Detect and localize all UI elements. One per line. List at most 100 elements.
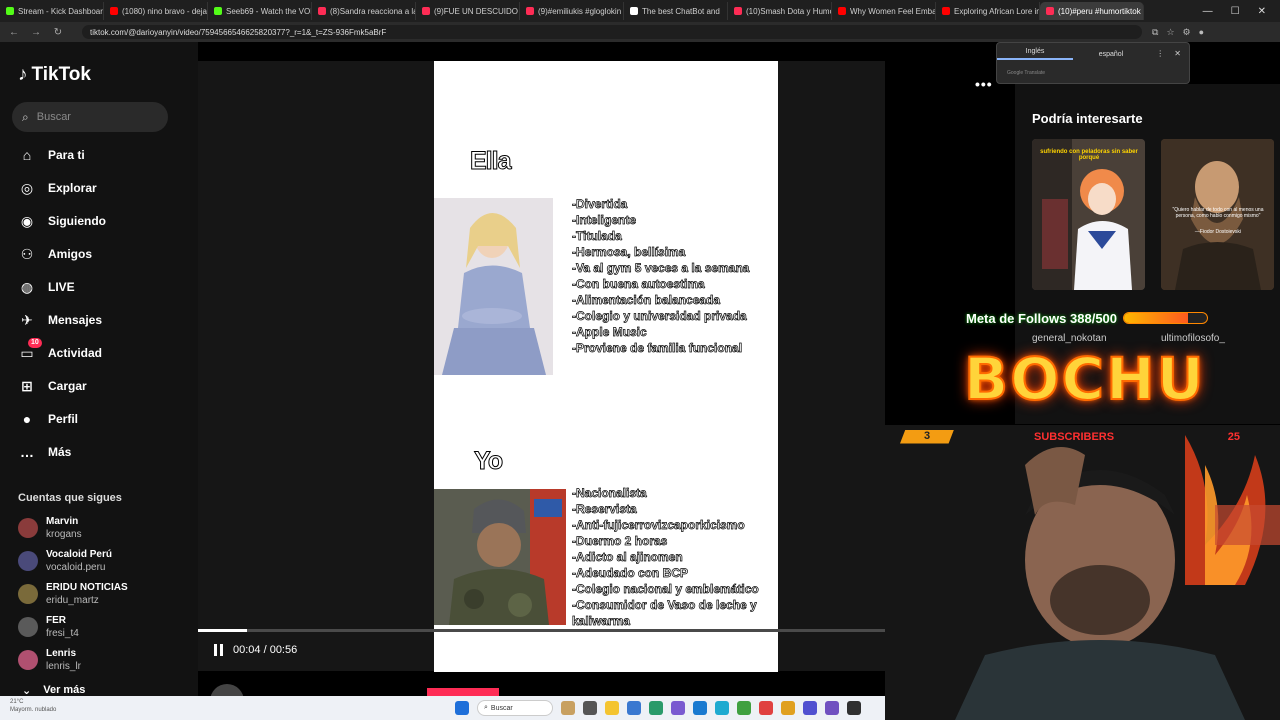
translate-lang-english[interactable]: Inglés xyxy=(997,48,1073,60)
sidebar-item-m-s[interactable]: … Más xyxy=(18,443,71,461)
browser-tab[interactable]: The best ChatBot and xyxy=(624,2,728,20)
edge-icon[interactable] xyxy=(715,701,729,715)
extensions-icon[interactable]: ⚙ xyxy=(1183,27,1191,38)
pause-icon[interactable] xyxy=(214,644,223,656)
task-view-icon[interactable] xyxy=(561,701,575,715)
app-icon[interactable] xyxy=(583,701,597,715)
tab-favicon-icon xyxy=(318,7,326,15)
account-name: FER xyxy=(46,615,66,626)
following-account[interactable]: Lenris lenris_lr xyxy=(18,647,81,673)
recommended-thumbnail-2[interactable]: "Quiero hablar de todo con al menos una … xyxy=(1161,139,1274,290)
chrome-icon[interactable] xyxy=(781,701,795,715)
weather-widget[interactable]: 21°C Mayorm. nublado xyxy=(10,698,56,714)
following-account[interactable]: ERIDU NOTICIAS eridu_martz xyxy=(18,581,128,607)
sidebar-item-live[interactable]: ◍ LIVE xyxy=(18,278,75,296)
app-icon[interactable] xyxy=(627,701,641,715)
account-handle: eridu_martz xyxy=(46,595,99,606)
tab-label: (1080) nino bravo - dejar xyxy=(122,6,208,16)
browser-tab[interactable]: Stream - Kick Dashboard xyxy=(0,2,104,20)
more-options-icon[interactable]: ⋮ xyxy=(1156,49,1164,58)
sidebar-item-perfil[interactable]: ● Perfil xyxy=(18,410,78,428)
back-icon[interactable]: ← xyxy=(8,27,20,38)
account-name: Vocaloid Perú xyxy=(46,549,112,560)
following-account[interactable]: FER fresi_t4 xyxy=(18,614,79,640)
search-input[interactable]: ⌕ Buscar xyxy=(12,102,168,132)
translate-icon[interactable]: ⧉ xyxy=(1152,27,1158,38)
recommended-user-1[interactable]: general_nokotan xyxy=(1032,333,1107,344)
browser-tab[interactable]: Exploring African Lore in xyxy=(936,2,1040,20)
sidebar-item-label: Cargar xyxy=(48,379,87,393)
translate-lang-spanish[interactable]: español xyxy=(1073,51,1149,58)
app-icon[interactable] xyxy=(649,701,663,715)
url-field[interactable]: tiktok.com/@darioyanyin/video/7594566546… xyxy=(82,25,1142,39)
follow-goal-bar xyxy=(1123,312,1209,324)
translate-footer: Google Translate xyxy=(1007,70,1046,76)
video-progress-bar[interactable] xyxy=(198,629,885,632)
discord-icon[interactable] xyxy=(825,701,839,715)
file-explorer-icon[interactable] xyxy=(605,701,619,715)
sidebar-item-amigos[interactable]: ⚇ Amigos xyxy=(18,245,92,263)
profile-icon[interactable]: ● xyxy=(1199,27,1204,38)
more-options-icon[interactable]: ••• xyxy=(975,76,993,92)
following-account[interactable]: Marvin krogans xyxy=(18,515,82,541)
search-icon: ⌕ xyxy=(22,109,29,124)
follow-button[interactable] xyxy=(427,688,499,696)
app-icon[interactable] xyxy=(737,701,751,715)
trait-item: -Hermosa, bellísima xyxy=(572,245,686,260)
browser-tab-bar: Stream - Kick Dashboard (1080) nino bravo… xyxy=(0,0,1280,22)
browser-tab[interactable]: Seeb69 - Watch the VOD xyxy=(208,2,312,20)
window-controls: — ☐ ✕ xyxy=(1203,6,1280,17)
video-time: 00:04 / 00:56 xyxy=(233,644,298,656)
tab-favicon-icon xyxy=(734,7,742,15)
avatar xyxy=(18,617,38,637)
browser-tab[interactable]: Why Women Feel Embar xyxy=(832,2,936,20)
browser-tab[interactable]: (10)Smash Dota y Humor xyxy=(728,2,832,20)
avatar xyxy=(18,650,38,670)
follow-goal-text: Meta de Follows 388/500 xyxy=(966,310,1118,326)
trait-item: -Titulada xyxy=(572,229,622,244)
app-icon[interactable] xyxy=(803,701,817,715)
browser-tab[interactable]: (1080) nino bravo - dejar xyxy=(104,2,208,20)
close-icon[interactable]: ✕ xyxy=(1174,49,1181,58)
trait-item: -Alimentación balanceada xyxy=(572,293,721,308)
tiktok-logo[interactable]: ♪ TikTok xyxy=(18,64,91,86)
sidebar-item-mensajes[interactable]: ✈ Mensajes xyxy=(18,311,102,329)
sidebar-item-para-ti[interactable]: ⌂ Para ti xyxy=(18,146,85,164)
forward-icon[interactable]: → xyxy=(30,27,42,38)
maximize-icon[interactable]: ☐ xyxy=(1231,6,1240,17)
reload-icon[interactable]: ↻ xyxy=(52,27,64,38)
streamer-webcam-illustration xyxy=(885,425,1280,720)
video-frame[interactable]: Ella -Divertida -Inteligente -Titulada -Her… xyxy=(434,61,778,672)
app-icon[interactable] xyxy=(693,701,707,715)
chrome-icon[interactable] xyxy=(759,701,773,715)
messages-icon: ✈ xyxy=(21,311,33,328)
account-handle: krogans xyxy=(46,529,82,540)
sidebar-item-label: Mensajes xyxy=(48,313,103,327)
taskbar-search[interactable]: ⌕ Buscar xyxy=(477,700,553,716)
obs-icon[interactable] xyxy=(847,701,861,715)
trait-item: -Colegio nacional y emblemático xyxy=(572,582,759,597)
sidebar-item-cargar[interactable]: ⊞ Cargar xyxy=(18,377,87,395)
tab-label: (8)Sandra reacciona a la xyxy=(330,6,416,16)
sidebar-item-explorar[interactable]: ◎ Explorar xyxy=(18,179,97,197)
video-controls: 00:04 / 00:56 xyxy=(214,644,297,656)
following-account[interactable]: Vocaloid Perú vocaloid.peru xyxy=(18,548,112,574)
windows-start-icon[interactable] xyxy=(455,701,469,715)
anime-girl-illustration xyxy=(1032,139,1145,290)
tab-label: (10)Smash Dota y Humor xyxy=(746,6,832,16)
sidebar-item-actividad[interactable]: ▭ 10 Actividad xyxy=(18,338,102,362)
browser-tab[interactable]: (9)#emiliukis #gloglokin xyxy=(520,2,624,20)
sidebar-item-siguiendo[interactable]: ◉ Siguiendo xyxy=(18,212,106,230)
browser-tab[interactable]: (8)Sandra reacciona a la xyxy=(312,2,416,20)
close-window-icon[interactable]: ✕ xyxy=(1258,6,1266,17)
browser-tab[interactable]: (9)FUE UN DESCUIDO PO xyxy=(416,2,520,20)
browser-tab[interactable]: (10)#peru #humortiktok xyxy=(1040,2,1144,20)
app-icon[interactable] xyxy=(671,701,685,715)
minimize-icon[interactable]: — xyxy=(1203,6,1213,17)
recommended-user-2[interactable]: ultimofilosofo_ xyxy=(1161,333,1225,344)
sidebar-item-label: Amigos xyxy=(48,247,93,261)
recommended-thumbnail-1[interactable]: sufriendo con peladoras sin saber porqué xyxy=(1032,139,1145,290)
avatar xyxy=(18,551,38,571)
bookmark-icon[interactable]: ☆ xyxy=(1166,27,1174,38)
tab-favicon-icon xyxy=(630,7,638,15)
